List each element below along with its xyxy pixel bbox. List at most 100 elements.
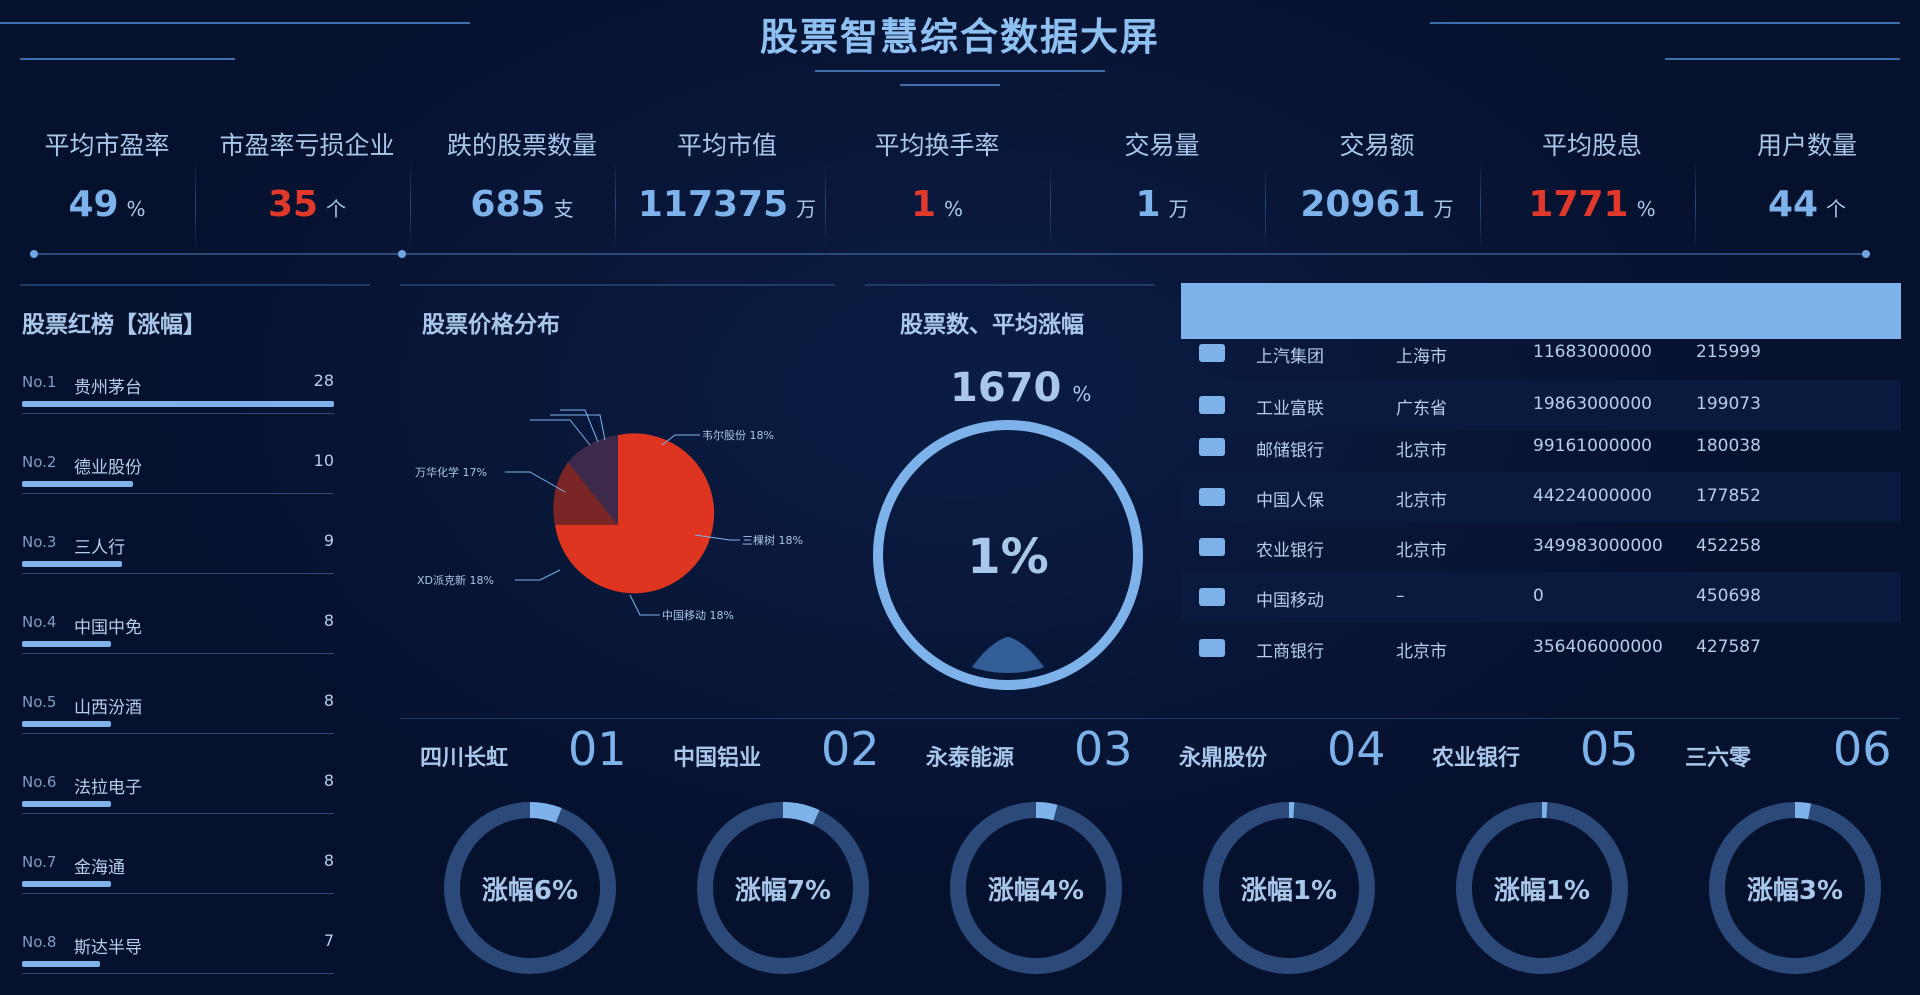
- kpi-value: 1: [1135, 184, 1161, 225]
- row-checkbox[interactable]: [1199, 488, 1225, 506]
- table-row[interactable]: 农业银行 北京市 349983000000 452258: [1181, 522, 1901, 572]
- kpi-label: 交易量: [1124, 131, 1200, 160]
- cell-region: 广东省: [1396, 399, 1447, 419]
- avg-gain-title: 股票数、平均涨幅: [900, 312, 1084, 338]
- ranking-item[interactable]: No.2 德业股份 10: [22, 445, 334, 515]
- ranking-item[interactable]: No.1 贵州茅台 28: [22, 365, 334, 435]
- header-line-left: [0, 22, 470, 24]
- table-row[interactable]: 工商银行 北京市 356406000000 427587: [1181, 623, 1901, 673]
- row-checkbox[interactable]: [1199, 588, 1225, 606]
- price-pie-chart: 韦尔股份 18% 三棵树 18% 中国移动 18% XD派克新 18% 万华化学…: [415, 409, 803, 622]
- row-checkbox[interactable]: [1199, 438, 1225, 456]
- row-checkbox[interactable]: [1199, 396, 1225, 414]
- ranking-value: 7: [323, 931, 334, 950]
- kpi-value-line: 49%: [0, 184, 214, 225]
- ranking-bar: [22, 721, 111, 727]
- kpi-unit: 支: [553, 197, 574, 221]
- cell-value: 180038: [1696, 436, 1761, 456]
- kpi-separator: [1265, 158, 1266, 253]
- card-stock-name: 农业银行: [1432, 746, 1521, 771]
- ranking-item[interactable]: No.6 法拉电子 8: [22, 765, 334, 835]
- gain-panel-border: [865, 284, 1155, 286]
- cell-region: 北京市: [1396, 642, 1447, 662]
- ranking-number: No.2: [22, 453, 57, 471]
- stock-count-value: 1670: [950, 365, 1062, 411]
- kpi-separator: [615, 158, 616, 253]
- card-rank-number: 01: [568, 722, 627, 776]
- ranking-bar: [22, 641, 111, 647]
- ranking-divider: [22, 653, 334, 654]
- kpi-value: 117375: [637, 184, 789, 225]
- ranking-bar: [22, 561, 122, 567]
- ranking-item[interactable]: No.7 金海通 8: [22, 845, 334, 915]
- table-row[interactable]: 中国移动 – 0 450698: [1181, 572, 1901, 622]
- ranking-item[interactable]: No.8 斯达半导 7: [22, 925, 334, 995]
- ranking-divider: [22, 733, 334, 734]
- ranking-stock-name: 法拉电子: [74, 778, 142, 798]
- kpi-separator: [410, 158, 411, 253]
- kpi-value-line: 1771%: [1485, 184, 1699, 225]
- row-checkbox[interactable]: [1199, 639, 1225, 657]
- gain-ring-label: 涨幅4%: [987, 876, 1085, 906]
- header-line-right-lower: [1665, 58, 1900, 60]
- pie-slices: [553, 433, 715, 594]
- pie-label-chinamobile: 中国移动 18%: [662, 609, 734, 622]
- cell-value: 215999: [1696, 342, 1761, 362]
- ranking-value: 8: [323, 771, 334, 790]
- kpi-value: 35: [267, 184, 319, 225]
- cell-amount: 99161000000: [1533, 436, 1652, 456]
- ranking-stock-name: 中国中免: [74, 618, 142, 638]
- cell-name: 邮储银行: [1256, 441, 1324, 461]
- kpi-card: 用户数量 44 个: [1700, 118, 1914, 248]
- cell-name: 工商银行: [1256, 642, 1324, 662]
- kpi-separator: [195, 158, 196, 253]
- kpi-label: 市盈率亏损企业: [219, 131, 395, 160]
- cell-value: 177852: [1696, 486, 1761, 506]
- pie-label-wanhua: 万华化学 17%: [415, 465, 487, 479]
- kpi-value-line: 685 支: [415, 184, 629, 225]
- kpi-unit: 个: [326, 197, 347, 221]
- cell-amount: 44224000000: [1533, 486, 1652, 506]
- ranking-divider: [22, 573, 334, 574]
- cell-value: 450698: [1696, 586, 1761, 606]
- ranking-item[interactable]: No.5 山西汾酒 8: [22, 685, 334, 755]
- kpi-card: 平均市盈率 49%: [0, 118, 214, 248]
- gain-ring-label: 涨幅6%: [481, 876, 579, 906]
- ranking-number: No.4: [22, 613, 57, 631]
- kpi-card: 交易额 20961 万: [1270, 118, 1484, 248]
- card-stock-name: 中国铝业: [673, 746, 762, 771]
- ranking-stock-name: 德业股份: [74, 458, 142, 478]
- cell-region: 上海市: [1396, 347, 1447, 367]
- kpi-divider-dot: [1862, 250, 1870, 258]
- table-row[interactable]: 邮储银行 北京市 99161000000 180038: [1181, 422, 1901, 472]
- avg-gain-wave-fill: [968, 636, 1048, 673]
- kpi-separator: [1480, 158, 1481, 253]
- ranking-stock-name: 山西汾酒: [74, 698, 142, 718]
- row-checkbox[interactable]: [1199, 344, 1225, 362]
- kpi-value-line: 20961 万: [1270, 184, 1484, 225]
- ranking-item[interactable]: No.3 三人行 9: [22, 525, 334, 595]
- kpi-label: 交易额: [1339, 131, 1415, 160]
- ranking-stock-name: 斯达半导: [74, 938, 142, 958]
- kpi-unit: 万: [1433, 197, 1454, 221]
- ranking-bar: [22, 481, 133, 487]
- card-stock-name: 三六零: [1685, 746, 1752, 771]
- row-checkbox[interactable]: [1199, 538, 1225, 556]
- table-row[interactable]: 中国人保 北京市 44224000000 177852: [1181, 472, 1901, 522]
- cell-value: 427587: [1696, 637, 1761, 657]
- cell-amount: 0: [1533, 586, 1544, 606]
- pie-label-weier: 韦尔股份 18%: [702, 429, 774, 442]
- ranking-item[interactable]: No.4 中国中免 8: [22, 605, 334, 675]
- stock-table-header: [1181, 283, 1901, 339]
- ranking-number: No.1: [22, 373, 57, 391]
- kpi-value-line: 1万: [1055, 184, 1269, 225]
- bottom-section-divider: [400, 718, 1900, 719]
- ranking-value: 8: [323, 611, 334, 630]
- kpi-label: 平均市值: [676, 131, 777, 160]
- table-row[interactable]: 上汽集团 上海市 11683000000 215999: [1181, 339, 1901, 371]
- ranking-divider: [22, 493, 334, 494]
- cell-name: 中国移动: [1256, 591, 1324, 611]
- card-rank-number: 06: [1833, 722, 1892, 776]
- ranking-bar: [22, 881, 111, 887]
- kpi-value: 685: [470, 184, 546, 225]
